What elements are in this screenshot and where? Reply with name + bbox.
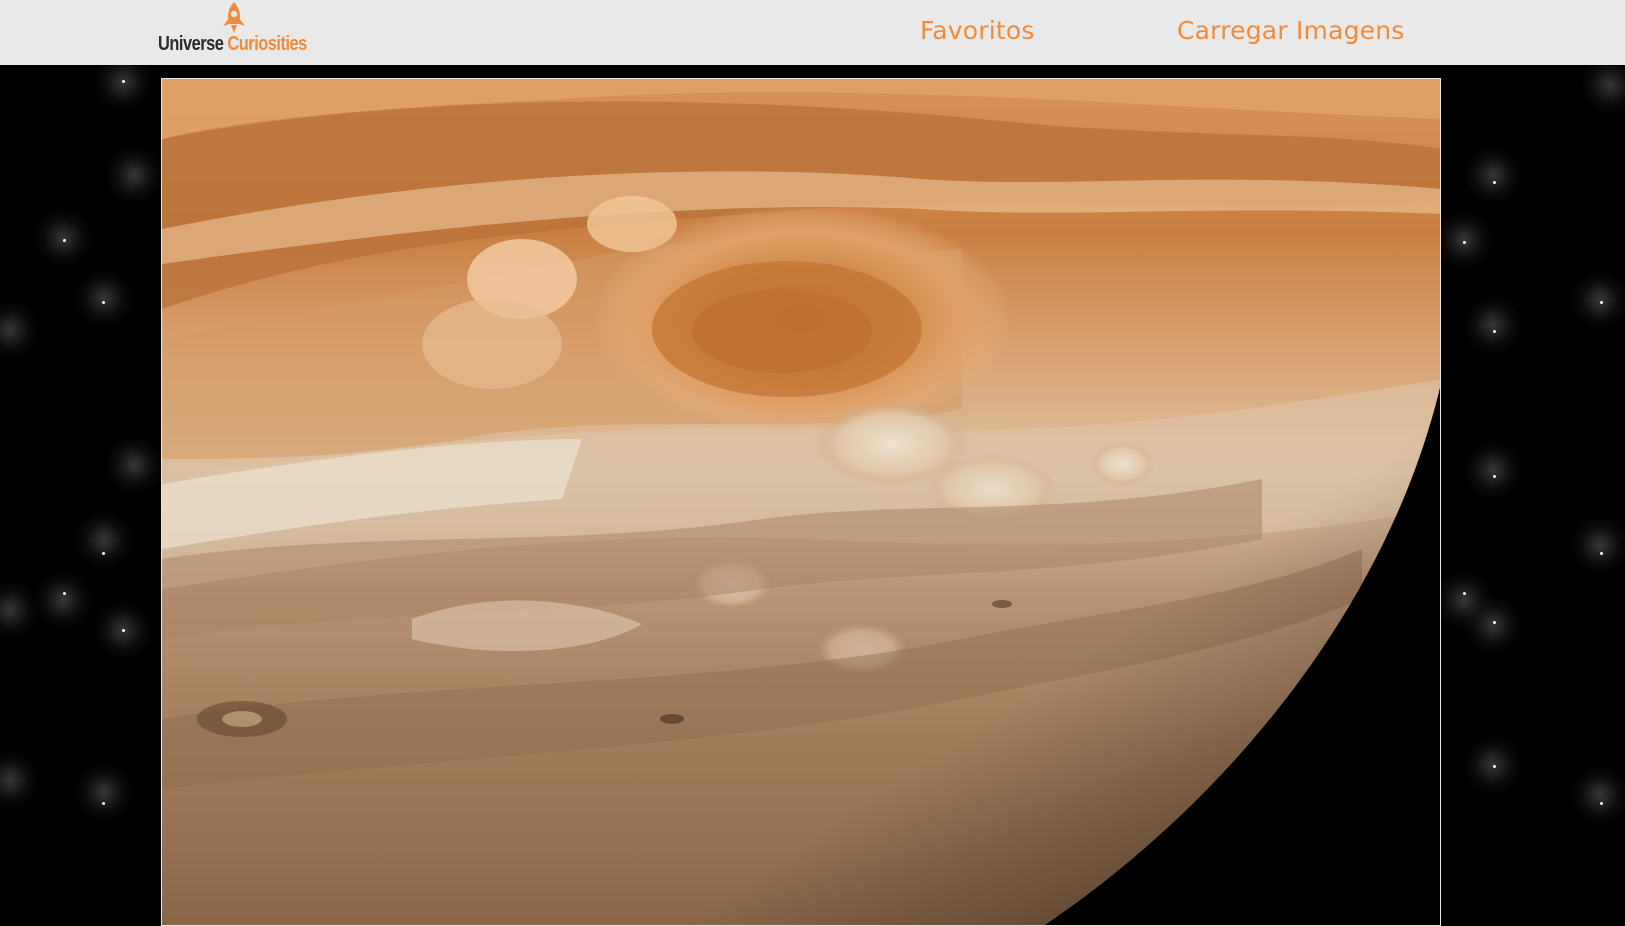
star-glow [93, 65, 153, 112]
star [1600, 802, 1603, 805]
star-glow [0, 300, 40, 360]
rocket-icon [223, 2, 245, 33]
star [102, 552, 105, 555]
star-glow [1580, 65, 1625, 115]
star-glow [1463, 145, 1523, 205]
star [1463, 592, 1466, 595]
star-glow [1463, 295, 1523, 355]
jupiter-image[interactable] [162, 79, 1441, 926]
logo-text: Universe Curiosities [158, 33, 307, 56]
star-glow [1570, 270, 1625, 330]
star [1493, 765, 1496, 768]
apod-image-frame [161, 78, 1441, 926]
star-glow [74, 510, 134, 570]
nav-upload-images-link[interactable]: Carregar Imagens [1177, 16, 1405, 45]
star [1600, 552, 1603, 555]
star [63, 592, 66, 595]
star [1493, 621, 1496, 624]
star [102, 802, 105, 805]
star-glow [0, 750, 40, 810]
star [122, 629, 125, 632]
star-glow [33, 570, 93, 630]
star-glow [74, 762, 134, 822]
star-glow [74, 268, 134, 328]
star [102, 301, 105, 304]
logo-word-curiosities: Curiosities [227, 33, 307, 55]
star-glow [1570, 765, 1625, 825]
star [1493, 475, 1496, 478]
star [1600, 301, 1603, 304]
star-glow [104, 435, 164, 495]
star [122, 80, 125, 83]
star [63, 239, 66, 242]
star [1463, 241, 1466, 244]
star-glow [33, 208, 93, 268]
star-glow [1463, 440, 1523, 500]
star-glow [1434, 210, 1494, 270]
star-glow [1570, 515, 1625, 575]
top-navbar: Universe Curiosities Favoritos Carregar … [0, 0, 1625, 65]
star [1493, 181, 1496, 184]
star [1493, 330, 1496, 333]
logo-word-universe: Universe [158, 33, 224, 55]
nav-favorites-link[interactable]: Favoritos [920, 16, 1035, 45]
site-logo[interactable]: Universe Curiosities [158, 0, 316, 62]
star-glow [104, 145, 164, 205]
star-glow [1463, 595, 1523, 655]
